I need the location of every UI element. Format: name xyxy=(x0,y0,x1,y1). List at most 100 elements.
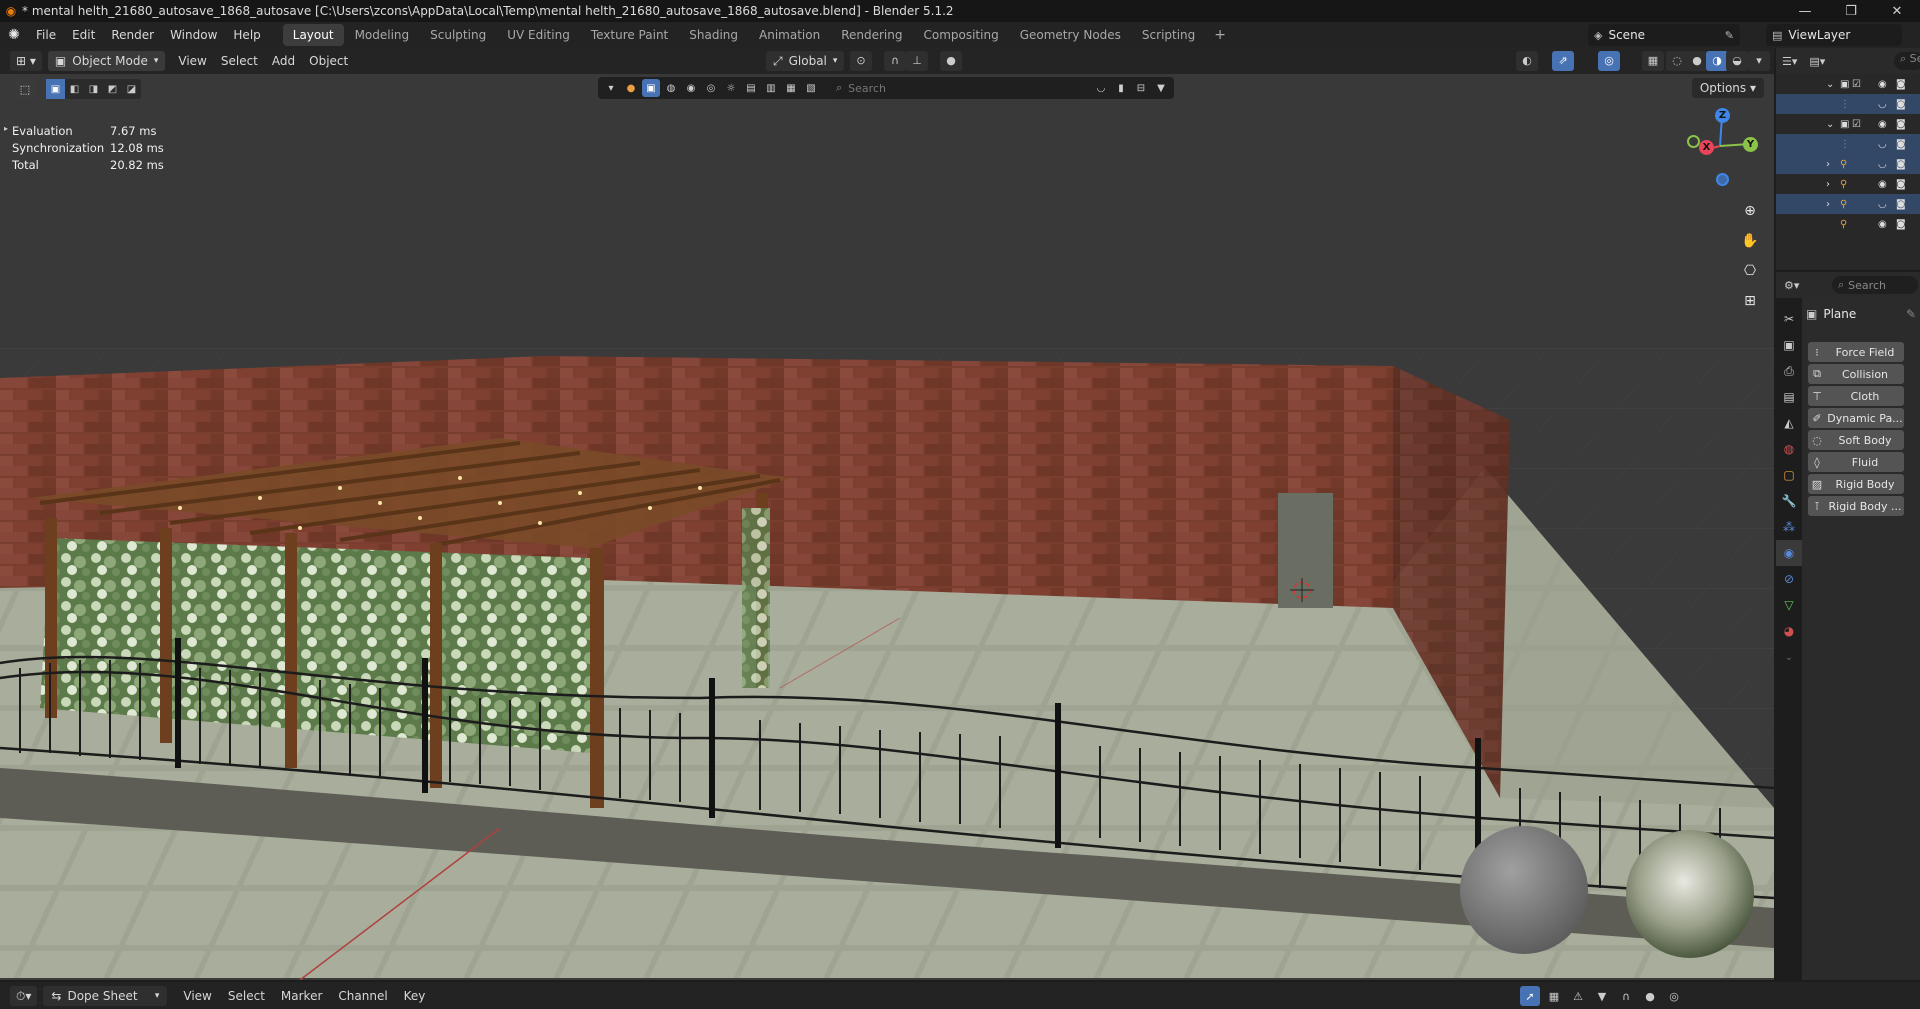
workspace-tab-compositing[interactable]: Compositing xyxy=(913,24,1008,46)
gizmo-neg-z-axis[interactable] xyxy=(1716,173,1729,186)
cloth-button[interactable]: ⊤ Cloth xyxy=(1808,386,1904,406)
outliner-tree[interactable]: ⌄ ▣ ☑ ◉ ◙ ⋮ ◡ ◙ ⌄ ▣ ☑ ◉ ◙ ⋮ ◡ ◙ › ⚲ ◡ ◙ xyxy=(1776,74,1920,270)
view-layer-tab-icon[interactable]: ▤ xyxy=(1776,384,1802,410)
outliner-row[interactable]: › ⚲ ◡ ◙ xyxy=(1776,154,1920,174)
dope-sheet-mode-dropdown[interactable]: ⇆ Dope Sheet ▾ xyxy=(43,985,168,1006)
minimize-button[interactable]: — xyxy=(1782,0,1828,22)
outliner-row[interactable]: ⋮ ◡ ◙ xyxy=(1776,134,1920,154)
proportional-edit-icon[interactable]: ● xyxy=(940,51,962,71)
camera-render-icon[interactable]: ◙ xyxy=(1896,159,1906,170)
dynamic-paint-button[interactable]: ✐ Dynamic Pa... xyxy=(1808,408,1904,428)
data-tab-icon[interactable]: ▽ xyxy=(1776,592,1802,618)
shading-material-icon[interactable]: ◑ xyxy=(1706,51,1728,71)
pivot-point-icon[interactable]: ⊙ xyxy=(850,51,872,71)
shading-wireframe-icon[interactable]: ◌ xyxy=(1666,51,1688,71)
show-hidden-icon[interactable]: ▦ xyxy=(1544,986,1564,1006)
select-tool-icon[interactable]: ⬚ xyxy=(14,79,36,99)
filter-speaker-icon[interactable]: ▧ xyxy=(802,79,820,97)
world-tab-icon[interactable]: ◍ xyxy=(1776,436,1802,462)
filter-toggle-icon[interactable]: ◡ xyxy=(1092,79,1110,97)
only-selected-icon[interactable]: ➚ xyxy=(1520,986,1540,1006)
outliner-row[interactable]: ⋮ ◡ ◙ xyxy=(1776,94,1920,114)
visibility-search-input[interactable] xyxy=(848,81,1059,95)
force-field-button[interactable]: ⁝ Force Field xyxy=(1808,342,1904,362)
eye-icon[interactable]: ◉ xyxy=(1878,219,1887,230)
layout-options-icon[interactable]: ⊟ xyxy=(1132,79,1150,97)
editor-type-icon[interactable]: ⊞ ▾ xyxy=(10,51,42,71)
expand-arrow-icon[interactable]: ⌄ xyxy=(1826,119,1834,130)
collision-button[interactable]: ⧉ Collision xyxy=(1808,364,1904,384)
eye-closed-icon[interactable]: ◡ xyxy=(1878,99,1887,110)
camera-render-icon[interactable]: ◙ xyxy=(1896,179,1906,190)
render-tab-icon[interactable]: ▣ xyxy=(1776,332,1802,358)
add-workspace-plus-icon[interactable]: + xyxy=(1206,27,1234,43)
snap-target-icon[interactable]: ⊥ xyxy=(906,51,928,71)
outliner-row[interactable]: › ⚲ ◡ ◙ xyxy=(1776,194,1920,214)
camera-render-icon[interactable]: ◙ xyxy=(1896,79,1906,90)
camera-render-icon[interactable]: ◙ xyxy=(1896,119,1906,130)
material-tab-icon[interactable]: ◕ xyxy=(1776,618,1802,644)
workspace-tab-sculpting[interactable]: Sculpting xyxy=(420,24,496,46)
dope-sheet-menu-marker[interactable]: Marker xyxy=(273,986,330,1006)
show-overlays-icon[interactable]: ◎ xyxy=(1598,51,1620,71)
camera-render-icon[interactable]: ◙ xyxy=(1896,199,1906,210)
outliner-editor-type-icon[interactable]: ☰▾ xyxy=(1776,55,1803,68)
maximize-button[interactable]: ❐ xyxy=(1828,0,1874,22)
filter-funnel-icon[interactable]: ▼ xyxy=(1152,79,1170,97)
workspace-tab-layout[interactable]: Layout xyxy=(282,24,344,46)
filter-funnel-icon[interactable]: ▼ xyxy=(1592,986,1612,1006)
eye-icon[interactable]: ◉ xyxy=(1878,119,1887,130)
snapping-icon[interactable]: ∩ xyxy=(1616,986,1636,1006)
gizmo-z-axis[interactable]: Z xyxy=(1715,108,1730,123)
gizmo-x-axis[interactable]: X xyxy=(1699,140,1714,155)
expand-arrow-icon[interactable]: › xyxy=(1826,179,1830,190)
menu-render[interactable]: Render xyxy=(103,24,162,46)
filter-meta-icon[interactable]: ◎ xyxy=(702,79,720,97)
blender-logo-icon[interactable]: ✺ xyxy=(0,27,28,43)
menu-window[interactable]: Window xyxy=(162,24,225,46)
dope-sheet-menu-key[interactable]: Key xyxy=(396,986,434,1006)
3d-scene-render[interactable] xyxy=(0,48,1774,980)
shading-solid-icon[interactable]: ● xyxy=(1686,51,1708,71)
physics-tab-icon[interactable]: ◉ xyxy=(1776,540,1802,566)
pin-icon[interactable]: ✎ xyxy=(1906,307,1916,321)
expand-arrow-icon[interactable]: › xyxy=(1826,199,1830,210)
3d-viewport[interactable]: ⊞ ▾ ▣ Object Mode ▾ View Select Add Obje… xyxy=(0,48,1774,980)
select-subtract-icon[interactable]: ◨ xyxy=(84,79,103,99)
filter-other-icon[interactable]: ▦ xyxy=(782,79,800,97)
select-invert-icon[interactable]: ◩ xyxy=(103,79,122,99)
eye-closed-icon[interactable]: ◡ xyxy=(1878,139,1887,150)
eye-icon[interactable]: ◉ xyxy=(1878,179,1887,190)
select-extend-icon[interactable]: ◧ xyxy=(65,79,84,99)
more-tabs-chevron-icon[interactable]: ⌄ xyxy=(1776,644,1802,670)
navigation-gizmo[interactable]: Z Y X xyxy=(1680,106,1760,186)
gizmo-y-axis[interactable]: Y xyxy=(1743,137,1758,152)
camera-view-icon[interactable]: ⎔ xyxy=(1737,258,1763,284)
viewport-menu-view[interactable]: View xyxy=(171,51,213,71)
checkbox-icon[interactable]: ☑ xyxy=(1852,79,1861,90)
select-intersect-icon[interactable]: ◪ xyxy=(122,79,141,99)
eye-closed-icon[interactable]: ◡ xyxy=(1878,199,1887,210)
checkbox-icon[interactable]: ☑ xyxy=(1852,119,1861,130)
camera-render-icon[interactable]: ◙ xyxy=(1896,99,1906,110)
stats-collapse-icon[interactable]: ▸ xyxy=(4,124,8,133)
workspace-tab-uv-editing[interactable]: UV Editing xyxy=(497,24,580,46)
pan-hand-icon[interactable]: ✋ xyxy=(1737,228,1763,254)
workspace-tab-texture-paint[interactable]: Texture Paint xyxy=(581,24,678,46)
editor-type-icon[interactable]: ⏱▾ xyxy=(10,985,38,1006)
filter-empty-icon[interactable]: ▥ xyxy=(762,79,780,97)
properties-editor-type-icon[interactable]: ⚙▾ xyxy=(1776,279,1799,292)
camera-render-icon[interactable]: ◙ xyxy=(1896,139,1906,150)
dropdown-chevron-icon[interactable]: ▾ xyxy=(602,79,620,97)
outliner-row[interactable]: ⌄ ▣ ☑ ◉ ◙ xyxy=(1776,114,1920,134)
outliner-row[interactable]: › ⚲ ◉ ◙ xyxy=(1776,174,1920,194)
fluid-button[interactable]: ◊ Fluid xyxy=(1808,452,1904,472)
workspace-tab-animation[interactable]: Animation xyxy=(749,24,830,46)
outliner-search-field[interactable]: ⌕ Sea xyxy=(1894,52,1920,70)
camera-render-icon[interactable]: ◙ xyxy=(1896,219,1906,230)
proportional-icon[interactable]: ● xyxy=(1640,986,1660,1006)
filter-mesh-icon[interactable]: ▣ xyxy=(642,79,660,97)
filter-curve-icon[interactable]: ◍ xyxy=(662,79,680,97)
dope-sheet-menu-select[interactable]: Select xyxy=(220,986,273,1006)
color-wheel-icon[interactable]: ● xyxy=(622,79,640,97)
